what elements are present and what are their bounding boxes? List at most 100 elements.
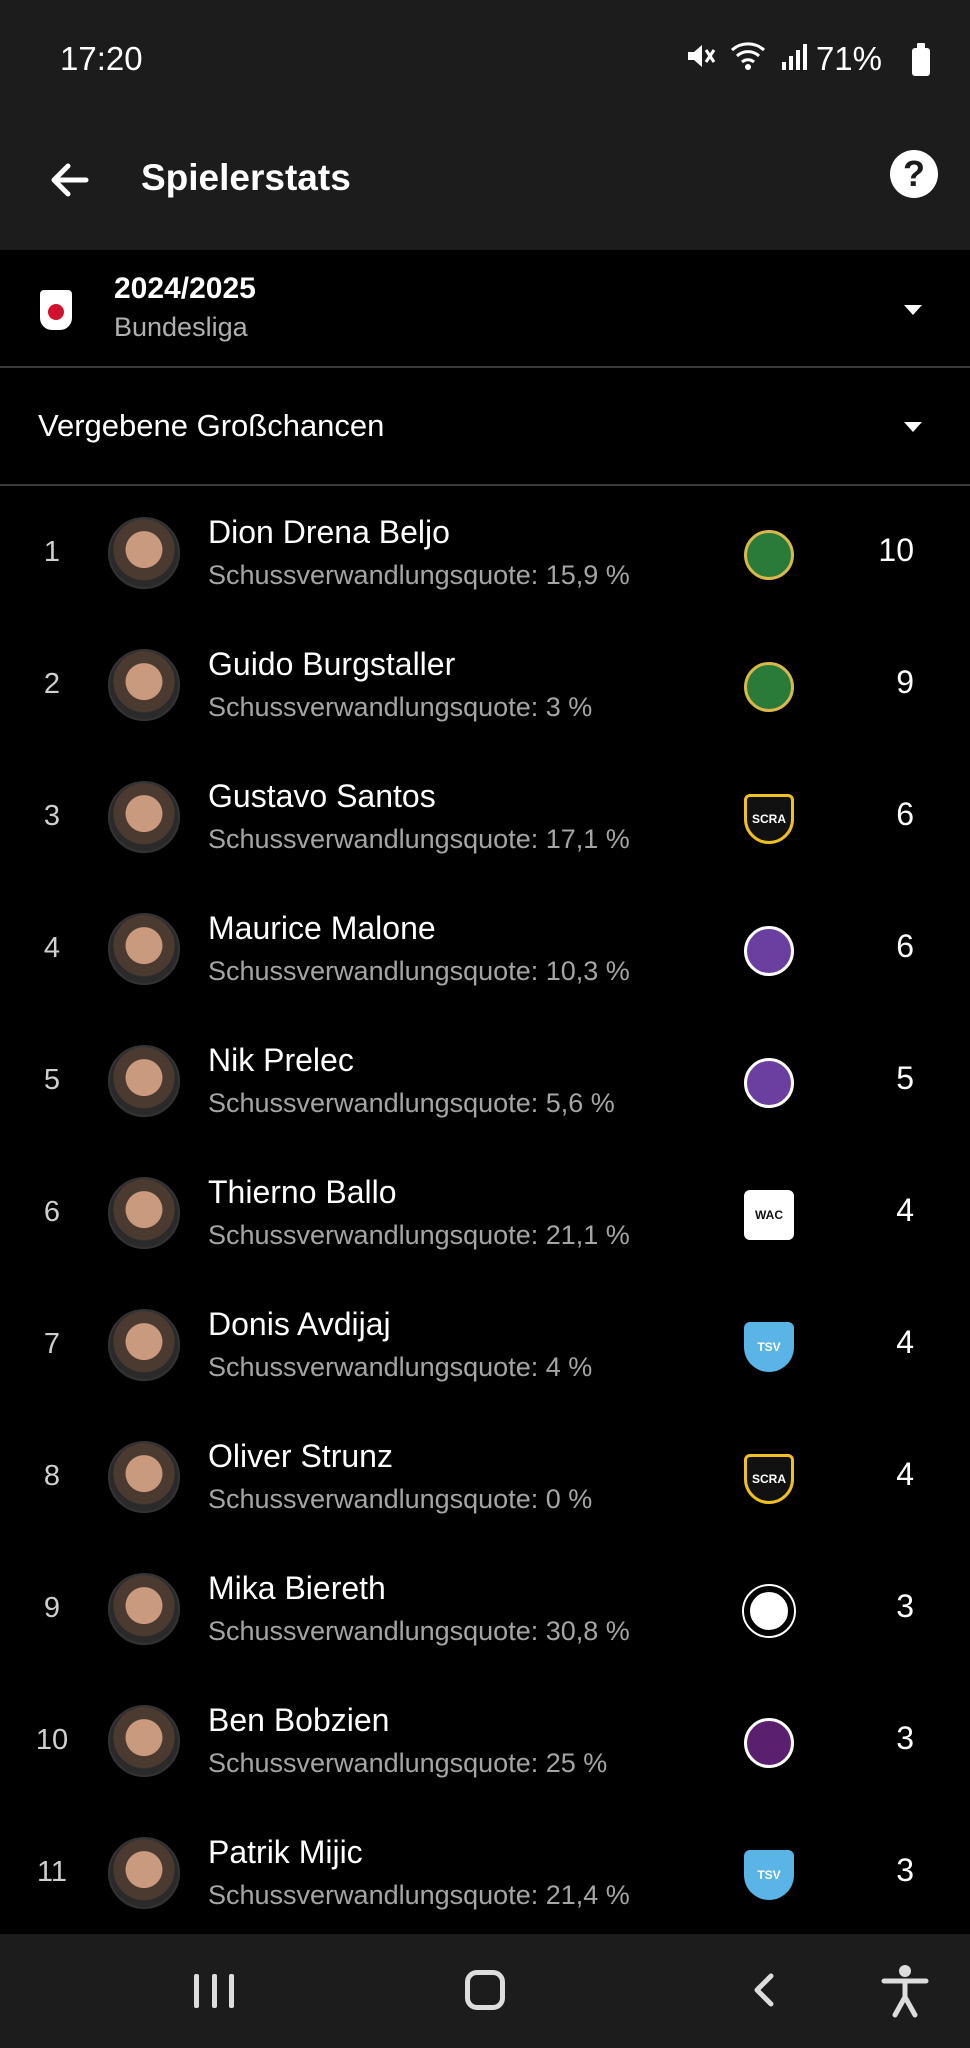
player-stat-value: 3 <box>896 1852 914 1888</box>
player-conversion-rate: Schussverwandlungsquote: 3 % <box>208 692 593 722</box>
bundesliga-logo-icon <box>40 290 72 330</box>
player-row[interactable]: 1 Dion Drena Beljo Schussverwandlungsquote… <box>0 486 970 618</box>
player-rank: 7 <box>43 1328 61 1360</box>
player-stat-value: 4 <box>896 1456 914 1492</box>
stat-category-selector[interactable]: Vergebene Großchancen <box>0 370 970 486</box>
player-row[interactable]: 3 Gustavo Santos Schussverwandlungsquote: … <box>0 750 970 882</box>
player-avatar <box>108 781 180 853</box>
player-conversion-rate: Schussverwandlungsquote: 25 % <box>208 1748 608 1778</box>
club-logo-wac-icon: WAC <box>744 1190 794 1240</box>
player-name: Oliver Strunz <box>208 1438 393 1474</box>
player-avatar <box>108 649 180 721</box>
player-stat-value: 6 <box>896 928 914 964</box>
status-time: 17:20 <box>60 40 143 77</box>
player-conversion-rate: Schussverwandlungsquote: 0 % <box>208 1484 593 1514</box>
dropdown-caret-icon <box>904 305 922 315</box>
club-logo-scra-icon: SCRA <box>744 794 794 844</box>
player-conversion-rate: Schussverwandlungsquote: 30,8 % <box>208 1616 630 1646</box>
player-stat-value: 3 <box>896 1588 914 1624</box>
player-row[interactable]: 6 Thierno Ballo Schussverwandlungsquote: 2… <box>0 1146 970 1278</box>
home-icon[interactable] <box>465 1970 505 2010</box>
player-name: Guido Burgstaller <box>208 646 456 682</box>
club-logo-scra-icon: SCRA <box>744 1454 794 1504</box>
player-avatar <box>108 517 180 589</box>
season-year: 2024/2025 <box>114 272 256 305</box>
player-row[interactable]: 7 Donis Avdijaj Schussverwandlungsquote: 4… <box>0 1278 970 1410</box>
player-rank: 4 <box>43 932 61 964</box>
system-nav-bar <box>0 1934 970 2048</box>
player-row[interactable]: 10 Ben Bobzien Schussverwandlungsquote: 25… <box>0 1674 970 1806</box>
player-avatar <box>108 913 180 985</box>
mute-icon <box>688 45 716 67</box>
battery-icon <box>912 43 930 76</box>
player-avatar <box>108 1177 180 1249</box>
league-name: Bundesliga <box>114 312 248 342</box>
wifi-icon <box>731 42 765 70</box>
player-avatar <box>108 1837 180 1909</box>
club-logo-rapid-icon <box>744 662 794 712</box>
stat-category-label: Vergebene Großchancen <box>38 408 385 443</box>
player-name: Gustavo Santos <box>208 778 436 814</box>
status-bar: 17:20 71% <box>0 0 970 120</box>
club-logo-sturm-icon <box>742 1584 796 1638</box>
player-rank: 6 <box>43 1196 61 1228</box>
player-conversion-rate: Schussverwandlungsquote: 15,9 % <box>208 560 630 590</box>
player-stat-value: 4 <box>896 1192 914 1228</box>
player-stat-value: 9 <box>896 664 914 700</box>
player-stat-value: 5 <box>896 1060 914 1096</box>
player-row[interactable]: 5 Nik Prelec Schussverwandlungsquote: 5,6 … <box>0 1014 970 1146</box>
player-avatar <box>108 1309 180 1381</box>
player-rank: 10 <box>35 1724 69 1756</box>
player-conversion-rate: Schussverwandlungsquote: 4 % <box>208 1352 593 1382</box>
player-row[interactable]: 9 Mika Biereth Schussverwandlungsquote: 30… <box>0 1542 970 1674</box>
page-title: Spielerstats <box>141 157 351 198</box>
club-logo-austria-lustenau-icon <box>744 1718 794 1768</box>
player-row[interactable]: 11 Patrik Mijic Schussverwandlungsquote: 2… <box>0 1806 970 1938</box>
player-rank: 5 <box>43 1064 61 1096</box>
player-avatar <box>108 1441 180 1513</box>
player-avatar <box>108 1045 180 1117</box>
club-logo-austria-wien-icon <box>744 1058 794 1108</box>
battery-percent: 71% <box>815 40 882 77</box>
player-name: Thierno Ballo <box>208 1174 397 1210</box>
player-rank: 9 <box>43 1592 61 1624</box>
app-bar: Spielerstats ? <box>0 120 970 250</box>
player-stat-value: 4 <box>896 1324 914 1360</box>
player-conversion-rate: Schussverwandlungsquote: 5,6 % <box>208 1088 615 1118</box>
help-button[interactable]: ? <box>890 150 938 198</box>
player-row[interactable]: 8 Oliver Strunz Schussverwandlungsquote: 0… <box>0 1410 970 1542</box>
player-avatar <box>108 1705 180 1777</box>
player-row[interactable]: 2 Guido Burgstaller Schussverwandlungsquot… <box>0 618 970 750</box>
player-rank: 11 <box>36 1856 68 1888</box>
player-rank: 3 <box>43 800 61 832</box>
player-rank: 8 <box>43 1460 61 1492</box>
player-conversion-rate: Schussverwandlungsquote: 17,1 % <box>208 824 630 854</box>
player-name: Donis Avdijaj <box>208 1306 391 1342</box>
player-name: Dion Drena Beljo <box>208 514 450 550</box>
player-conversion-rate: Schussverwandlungsquote: 21,1 % <box>208 1220 630 1250</box>
player-stat-value: 3 <box>896 1720 914 1756</box>
player-rank: 1 <box>43 536 61 568</box>
status-icons <box>684 40 810 72</box>
player-rank: 2 <box>43 668 61 700</box>
player-name: Ben Bobzien <box>208 1702 390 1738</box>
player-conversion-rate: Schussverwandlungsquote: 21,4 % <box>208 1880 630 1910</box>
accessibility-icon[interactable] <box>880 1964 930 2018</box>
nav-back-icon[interactable] <box>745 1970 785 2010</box>
dropdown-caret-icon <box>904 422 922 432</box>
player-name: Maurice Malone <box>208 910 436 946</box>
player-name: Mika Biereth <box>208 1570 386 1606</box>
signal-icon <box>782 44 807 70</box>
player-row[interactable]: 4 Maurice Malone Schussverwandlungsquote: … <box>0 882 970 1014</box>
player-stat-value: 6 <box>896 796 914 832</box>
player-avatar <box>108 1573 180 1645</box>
player-name: Nik Prelec <box>208 1042 354 1078</box>
back-arrow-icon[interactable] <box>40 150 100 210</box>
recent-apps-icon[interactable] <box>194 1974 234 2008</box>
season-selector[interactable]: 2024/2025 Bundesliga <box>0 250 970 368</box>
player-name: Patrik Mijic <box>208 1834 363 1870</box>
club-logo-hartberg-icon: TSV <box>744 1850 794 1900</box>
player-conversion-rate: Schussverwandlungsquote: 10,3 % <box>208 956 630 986</box>
player-list: 1 Dion Drena Beljo Schussverwandlungsquote… <box>0 486 970 1938</box>
club-logo-rapid-icon <box>744 530 794 580</box>
